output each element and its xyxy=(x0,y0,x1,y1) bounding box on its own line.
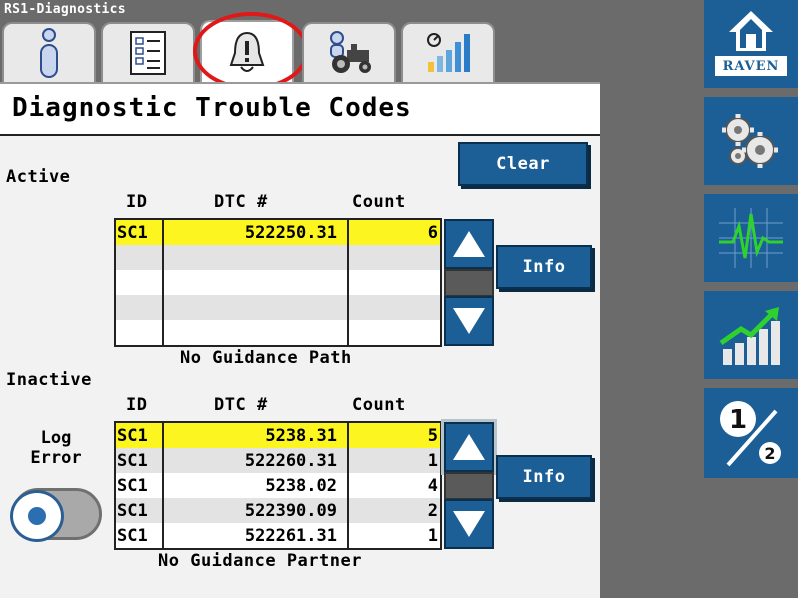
operator-tractor-icon xyxy=(330,31,371,73)
window-title: RS1-Diagnostics xyxy=(4,2,126,17)
dtc-number xyxy=(164,320,349,345)
info-icon xyxy=(40,28,58,78)
settings-gears-icon xyxy=(722,114,778,168)
active-dtc-description: No Guidance Path xyxy=(180,348,352,368)
table-row[interactable] xyxy=(116,295,440,320)
dtc-number: 522250.31 xyxy=(164,220,349,245)
inactive-scroll-up-button[interactable] xyxy=(441,419,497,475)
signal-strength-icon xyxy=(427,33,470,72)
table-row[interactable]: SC1 5238.31 5 xyxy=(116,423,440,448)
dtc-id: SC1 xyxy=(116,473,164,498)
dtc-id: SC1 xyxy=(116,448,164,473)
dtc-number xyxy=(164,270,349,295)
dtc-number: 5238.31 xyxy=(164,423,349,448)
inactive-col-dtc: DTC # xyxy=(214,395,268,415)
dtc-number: 5238.02 xyxy=(164,473,349,498)
tab-info[interactable] xyxy=(2,22,96,82)
active-tab-highlight xyxy=(193,12,309,90)
dtc-id: SC1 xyxy=(116,423,164,448)
home-icon xyxy=(729,11,773,51)
dtc-count xyxy=(349,245,440,270)
inactive-dtc-table: SC1 5238.31 5 SC1 522260.31 1 SC1 5238.0… xyxy=(114,421,442,550)
table-row[interactable] xyxy=(116,320,440,345)
tab-operator[interactable] xyxy=(302,22,396,82)
triangle-down-icon xyxy=(453,308,485,334)
active-section-label: Active xyxy=(6,167,71,187)
dtc-number: 522261.31 xyxy=(164,523,349,548)
inactive-col-count: Count xyxy=(352,395,406,415)
table-row[interactable]: SC1 522260.31 1 xyxy=(116,448,440,473)
dtc-id: SC1 xyxy=(116,220,164,245)
home-button[interactable]: RAVEN xyxy=(704,0,798,88)
dtc-id xyxy=(116,295,164,320)
dtc-count: 4 xyxy=(427,475,438,496)
dtc-id: SC1 xyxy=(116,523,164,548)
page-toggle-button[interactable]: 1 2 xyxy=(704,388,798,478)
active-scroll-up-button[interactable] xyxy=(444,219,494,269)
dtc-id xyxy=(116,270,164,295)
dtc-count xyxy=(349,270,440,295)
checklist-icon xyxy=(130,31,166,75)
log-error-label: Log Error xyxy=(30,428,82,468)
triangle-up-icon xyxy=(453,434,485,460)
raven-logo: RAVEN xyxy=(715,56,787,76)
table-row[interactable] xyxy=(116,270,440,295)
dtc-count: 6 xyxy=(427,222,438,243)
page-current: 1 xyxy=(729,405,747,435)
inactive-scroll-down-button[interactable] xyxy=(444,499,494,549)
inactive-scrollbar-thumb[interactable] xyxy=(444,472,494,500)
table-row[interactable] xyxy=(116,245,440,270)
settings-button[interactable] xyxy=(704,97,798,185)
tab-signal[interactable] xyxy=(401,22,495,82)
dtc-id: SC1 xyxy=(116,498,164,523)
table-row[interactable]: SC1 522390.09 2 xyxy=(116,498,440,523)
page-1-of-2-icon: 1 2 xyxy=(720,401,781,467)
inactive-info-button[interactable]: Info xyxy=(496,455,592,499)
dtc-count: 2 xyxy=(427,500,438,521)
triangle-down-icon xyxy=(453,511,485,537)
performance-button[interactable] xyxy=(704,291,798,379)
active-info-button[interactable]: Info xyxy=(496,245,592,289)
table-row[interactable]: SC1 5238.02 4 xyxy=(116,473,440,498)
dtc-id xyxy=(116,245,164,270)
active-col-count: Count xyxy=(352,192,406,212)
active-dtc-table: SC1 522250.31 6 xyxy=(114,218,442,347)
diagnostics-waveform-icon xyxy=(719,208,783,268)
inactive-col-id: ID xyxy=(126,395,148,415)
inactive-section-label: Inactive xyxy=(6,370,92,390)
active-scroll-down-button[interactable] xyxy=(444,296,494,346)
table-row[interactable]: SC1 522250.31 6 xyxy=(116,220,440,245)
page-total: 2 xyxy=(764,444,775,463)
log-error-toggle-knob[interactable] xyxy=(10,490,64,542)
active-col-id: ID xyxy=(126,192,148,212)
dtc-count xyxy=(349,320,440,345)
dtc-number: 522260.31 xyxy=(164,448,349,473)
dtc-number xyxy=(164,245,349,270)
dtc-count: 1 xyxy=(427,450,438,471)
inactive-dtc-description: No Guidance Partner xyxy=(158,551,362,571)
dtc-number xyxy=(164,295,349,320)
tab-checklist[interactable] xyxy=(101,22,195,82)
triangle-up-icon xyxy=(453,231,485,257)
dtc-count: 1 xyxy=(427,525,438,546)
dtc-id xyxy=(116,320,164,345)
active-col-dtc: DTC # xyxy=(214,192,268,212)
active-scrollbar-thumb[interactable] xyxy=(444,269,494,297)
page-title: Diagnostic Trouble Codes xyxy=(0,84,600,136)
dtc-count xyxy=(349,295,440,320)
diagnostics-button[interactable] xyxy=(704,194,798,282)
clear-button[interactable]: Clear xyxy=(458,142,588,186)
performance-chart-icon xyxy=(719,307,780,365)
dtc-number: 522390.09 xyxy=(164,498,349,523)
table-row[interactable]: SC1 522261.31 1 xyxy=(116,523,440,548)
dtc-count: 5 xyxy=(427,425,438,446)
